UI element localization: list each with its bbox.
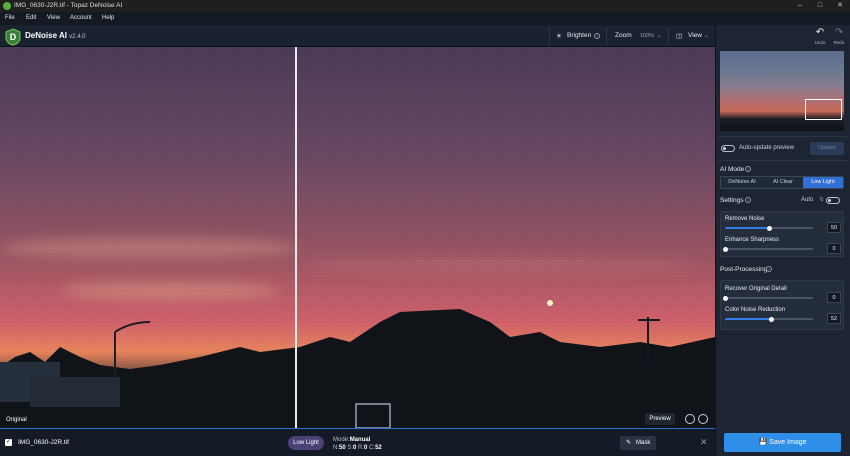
auto-update-label: Auto-update preview bbox=[739, 145, 795, 151]
settings-label: Settings bbox=[720, 197, 744, 204]
enhance-sharpness-handle[interactable] bbox=[723, 246, 728, 252]
bolt-icon: ↯ bbox=[819, 197, 825, 203]
app-icon bbox=[3, 2, 11, 10]
remove-noise-handle[interactable] bbox=[767, 225, 772, 231]
toolbar-divider bbox=[549, 27, 550, 45]
mode-pill: Low Light bbox=[288, 436, 324, 450]
chevron-down-icon[interactable]: ⌄ bbox=[704, 33, 709, 39]
ai-mode-label: AI Mode bbox=[720, 166, 745, 173]
menu-view[interactable]: View bbox=[47, 15, 60, 21]
ai-mode-info-icon[interactable]: ? bbox=[745, 166, 751, 172]
minimize-icon[interactable]: – bbox=[790, 0, 810, 12]
ai-mode-selector: DeNoise AI AI Clear Low Light bbox=[720, 176, 844, 189]
recover-detail-value[interactable]: 0 bbox=[827, 292, 841, 303]
toolbar-divider bbox=[606, 27, 607, 45]
remove-noise-value[interactable]: 50 bbox=[827, 222, 841, 233]
mask-label: Mask bbox=[636, 440, 651, 446]
color-noise-value[interactable]: 52 bbox=[827, 313, 841, 324]
view-button[interactable]: View bbox=[688, 32, 702, 39]
auto-update-toggle[interactable] bbox=[721, 145, 735, 152]
preview-label: Preview bbox=[645, 413, 675, 425]
mode-ai-clear[interactable]: AI Clear bbox=[764, 177, 802, 188]
auto-label: Auto bbox=[801, 197, 814, 203]
zoom-value[interactable]: 100% bbox=[640, 33, 654, 39]
pencil-icon: ✎ bbox=[626, 440, 632, 446]
app-name: DeNoise AI bbox=[25, 31, 67, 40]
app-version: v2.4.0 bbox=[69, 34, 86, 40]
menu-account[interactable]: Account bbox=[70, 15, 92, 21]
panel-divider bbox=[718, 160, 848, 161]
window-title: IMG_0630-J2R.tif - Topaz DeNoise AI bbox=[14, 2, 123, 9]
save-icon: 💾 bbox=[758, 439, 768, 446]
color-noise-fill bbox=[725, 318, 771, 320]
recover-detail-handle[interactable] bbox=[723, 295, 728, 301]
sun-icon: ☀ bbox=[556, 33, 562, 40]
app-brand: DeNoise AI v2.4.0 bbox=[25, 31, 86, 40]
app-logo-icon: D bbox=[5, 28, 21, 46]
file-checkbox[interactable]: ✓ bbox=[5, 439, 12, 446]
save-image-label: Save Image bbox=[769, 439, 807, 446]
mode-low-light[interactable]: Low Light bbox=[803, 177, 843, 188]
menu-edit[interactable]: Edit bbox=[26, 15, 36, 21]
panel-divider bbox=[718, 136, 848, 137]
c-value: 52 bbox=[375, 445, 382, 451]
brighten-info-icon[interactable]: ? bbox=[594, 33, 600, 39]
n-value: 50 bbox=[339, 445, 346, 451]
zoom-label: Zoom bbox=[615, 32, 632, 39]
recover-detail-track[interactable] bbox=[725, 297, 813, 299]
silhouette bbox=[0, 300, 715, 428]
chevron-down-icon[interactable]: ⌄ bbox=[657, 33, 662, 39]
menu-help[interactable]: Help bbox=[102, 15, 114, 21]
close-icon[interactable]: ✕ bbox=[830, 0, 850, 12]
brighten-button[interactable]: Brighten bbox=[567, 32, 591, 39]
post-processing-label: Post-Processing bbox=[720, 266, 768, 273]
settings-info-icon[interactable]: ? bbox=[745, 197, 751, 203]
post-processing-info-icon[interactable]: ? bbox=[766, 266, 772, 272]
title-bar: IMG_0630-J2R.tif - Topaz DeNoise AI – □ … bbox=[0, 0, 850, 12]
recover-detail-label: Recover Original Detail bbox=[725, 286, 787, 292]
enhance-sharpness-label: Enhance Sharpness bbox=[725, 237, 780, 243]
remove-file-icon[interactable]: ✕ bbox=[700, 437, 708, 448]
remove-noise-fill bbox=[725, 227, 769, 229]
enhance-sharpness-value[interactable]: 0 bbox=[827, 243, 841, 254]
remove-noise-label: Remove Noise bbox=[725, 216, 765, 222]
redo-button[interactable]: ↷ Redo bbox=[832, 28, 846, 48]
r-value: 0 bbox=[364, 445, 368, 451]
mode-denoise-ai[interactable]: DeNoise AI bbox=[723, 177, 761, 188]
file-name: IMG_0630-J2R.tif bbox=[18, 439, 69, 446]
color-noise-label: Color Noise Reduction bbox=[725, 307, 786, 313]
menu-bar: File Edit View Account Help bbox=[0, 12, 850, 25]
save-image-button[interactable]: 💾 Save Image bbox=[724, 433, 841, 452]
update-button[interactable]: Update bbox=[810, 142, 844, 155]
menu-file[interactable]: File bbox=[5, 15, 15, 21]
settings-face-icon[interactable] bbox=[698, 414, 708, 424]
svg-text:D: D bbox=[10, 32, 17, 42]
mask-button[interactable]: ✎ Mask bbox=[620, 436, 656, 450]
navigator-thumbnail[interactable] bbox=[720, 51, 844, 131]
mode-value: Manual bbox=[349, 437, 371, 443]
split-divider-handle[interactable] bbox=[295, 47, 297, 428]
color-noise-handle[interactable] bbox=[769, 316, 774, 322]
undo-label: Undo bbox=[814, 40, 826, 45]
view-icon: ◫ bbox=[676, 33, 683, 40]
compare-icon[interactable] bbox=[685, 414, 695, 424]
mode-info: Mode:Manual N:50 S:0 R:0 C:52 bbox=[333, 436, 382, 452]
redo-label: Redo bbox=[833, 40, 845, 45]
undo-button[interactable]: ↶ Undo bbox=[813, 28, 827, 48]
image-viewer[interactable] bbox=[0, 47, 715, 428]
s-value: 0 bbox=[353, 445, 357, 451]
toolbar-divider bbox=[668, 27, 669, 45]
navigator-frame[interactable] bbox=[805, 99, 842, 120]
auto-settings-toggle[interactable] bbox=[826, 197, 840, 204]
enhance-sharpness-track[interactable] bbox=[725, 248, 813, 250]
original-label: Original bbox=[6, 417, 27, 423]
mode-prefix: Mode: bbox=[333, 437, 350, 443]
top-toolbar bbox=[0, 25, 715, 47]
maximize-icon[interactable]: □ bbox=[810, 0, 830, 12]
